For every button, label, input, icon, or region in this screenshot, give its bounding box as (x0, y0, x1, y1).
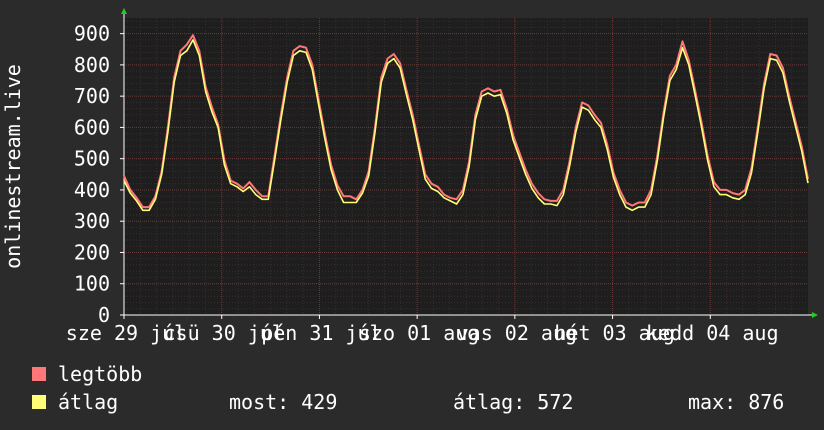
y-tick-label: 100 (74, 272, 110, 296)
stat-current: most: 429 (229, 390, 338, 414)
legend-item-avg: átlag (32, 390, 118, 414)
y-tick-label: 400 (74, 178, 110, 202)
stat-maximum: max: 876 (688, 390, 785, 414)
legend-swatch-avg (32, 395, 46, 409)
chart-panel: 0 100 200 300 400 500 600 700 800 900 sze 29 júl cs… (0, 0, 824, 430)
y-tick-label: 800 (74, 53, 110, 77)
stat-average: átlag: 572 (453, 390, 574, 414)
y-axis-arrow (121, 8, 127, 14)
legend-swatch-max (32, 367, 46, 381)
x-axis-arrow (812, 312, 818, 318)
legend-item-max: legtöbb (32, 362, 142, 386)
x-tick-label: kedd 04 aug (646, 321, 778, 345)
y-tick-label: 200 (74, 240, 110, 264)
y-tick-label: 600 (74, 115, 110, 139)
y-tick-label: 300 (74, 209, 110, 233)
line-chart: 0100200300400500600700800900sze 29 júlcs… (1, 8, 818, 345)
y-tick-label: 700 (74, 84, 110, 108)
y-tick-label: 500 (74, 147, 110, 171)
y-tick-label: 900 (74, 22, 110, 46)
legend-label-max: legtöbb (58, 362, 143, 386)
y-axis-label: onlinestream.live (1, 64, 25, 269)
legend-label-avg: átlag (58, 390, 119, 414)
